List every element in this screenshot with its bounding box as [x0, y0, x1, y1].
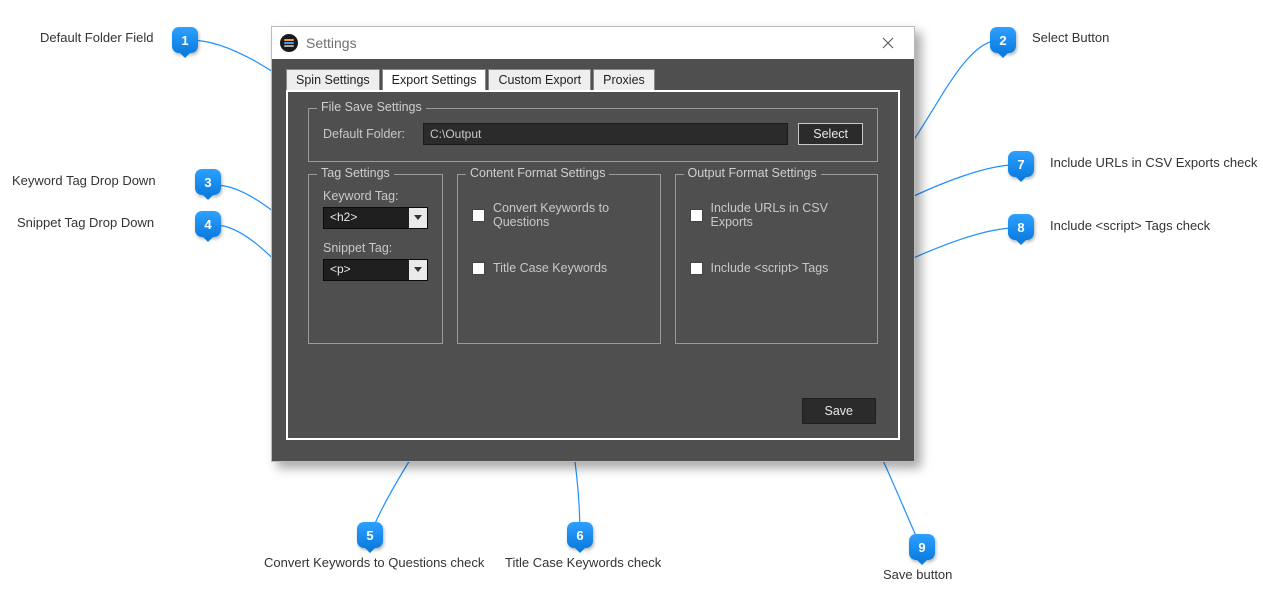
chevron-down-icon	[409, 260, 427, 280]
close-button[interactable]	[868, 29, 908, 57]
title-case-label: Title Case Keywords	[493, 261, 607, 275]
snippet-tag-dropdown[interactable]: <p>	[323, 259, 428, 281]
callout-5-badge: 5	[357, 522, 383, 548]
default-folder-input[interactable]	[423, 123, 788, 145]
callout-1-badge: 1	[172, 27, 198, 53]
legend-file-save: File Save Settings	[317, 100, 426, 114]
convert-keywords-check-row: Convert Keywords to Questions	[472, 201, 646, 229]
tab-custom-export[interactable]: Custom Export	[488, 69, 591, 90]
callout-8-badge: 8	[1008, 214, 1034, 240]
callout-7-label: Include URLs in CSV Exports check	[1050, 155, 1257, 170]
callout-6-label: Title Case Keywords check	[505, 555, 661, 570]
callout-7-badge: 7	[1008, 151, 1034, 177]
export-settings-panel: File Save Settings Default Folder: Selec…	[286, 90, 900, 440]
title-case-check-row: Title Case Keywords	[472, 261, 646, 275]
convert-keywords-label: Convert Keywords to Questions	[493, 201, 646, 229]
callout-1-label: Default Folder Field	[40, 30, 153, 45]
keyword-tag-dropdown[interactable]: <h2>	[323, 207, 428, 229]
chevron-down-icon	[409, 208, 427, 228]
select-button[interactable]: Select	[798, 123, 863, 145]
include-script-check-row: Include <script> Tags	[690, 261, 864, 275]
tab-proxies[interactable]: Proxies	[593, 69, 655, 90]
title-case-checkbox[interactable]	[472, 262, 485, 275]
settings-dialog: Settings Spin Settings Export Settings C…	[271, 26, 915, 462]
group-output-format: Output Format Settings Include URLs in C…	[675, 174, 879, 344]
callout-6-badge: 6	[567, 522, 593, 548]
window-title: Settings	[306, 35, 868, 51]
dialog-body: Spin Settings Export Settings Custom Exp…	[272, 59, 914, 461]
keyword-tag-label: Keyword Tag:	[323, 189, 428, 203]
callout-2-label: Select Button	[1032, 30, 1109, 45]
app-icon	[280, 34, 298, 52]
callout-9-badge: 9	[909, 534, 935, 560]
tab-strip: Spin Settings Export Settings Custom Exp…	[286, 69, 900, 90]
callout-9-label: Save button	[883, 567, 952, 582]
default-folder-label: Default Folder:	[323, 127, 413, 141]
group-file-save: File Save Settings Default Folder: Selec…	[308, 108, 878, 162]
legend-content-format: Content Format Settings	[466, 166, 609, 180]
snippet-tag-label: Snippet Tag:	[323, 241, 428, 255]
callout-5-label: Convert Keywords to Questions check	[264, 555, 484, 570]
include-script-checkbox[interactable]	[690, 262, 703, 275]
default-folder-row: Default Folder: Select	[323, 123, 863, 145]
include-urls-label: Include URLs in CSV Exports	[711, 201, 864, 229]
callout-3-badge: 3	[195, 169, 221, 195]
include-script-label: Include <script> Tags	[711, 261, 829, 275]
snippet-tag-value: <p>	[324, 260, 409, 280]
callout-2-badge: 2	[990, 27, 1016, 53]
include-urls-check-row: Include URLs in CSV Exports	[690, 201, 864, 229]
callout-3-label: Keyword Tag Drop Down	[12, 173, 156, 188]
group-content-format: Content Format Settings Convert Keywords…	[457, 174, 661, 344]
callout-4-badge: 4	[195, 211, 221, 237]
titlebar: Settings	[272, 27, 914, 59]
callout-8-label: Include <script> Tags check	[1050, 218, 1210, 233]
save-button[interactable]: Save	[802, 398, 877, 424]
callout-4-label: Snippet Tag Drop Down	[17, 215, 154, 230]
include-urls-checkbox[interactable]	[690, 209, 703, 222]
legend-output-format: Output Format Settings	[684, 166, 821, 180]
tab-spin-settings[interactable]: Spin Settings	[286, 69, 380, 90]
keyword-tag-value: <h2>	[324, 208, 409, 228]
group-tag-settings: Tag Settings Keyword Tag: <h2> Snippet T…	[308, 174, 443, 344]
convert-keywords-checkbox[interactable]	[472, 209, 485, 222]
legend-tag-settings: Tag Settings	[317, 166, 394, 180]
close-icon	[882, 37, 894, 49]
tab-export-settings[interactable]: Export Settings	[382, 69, 487, 90]
